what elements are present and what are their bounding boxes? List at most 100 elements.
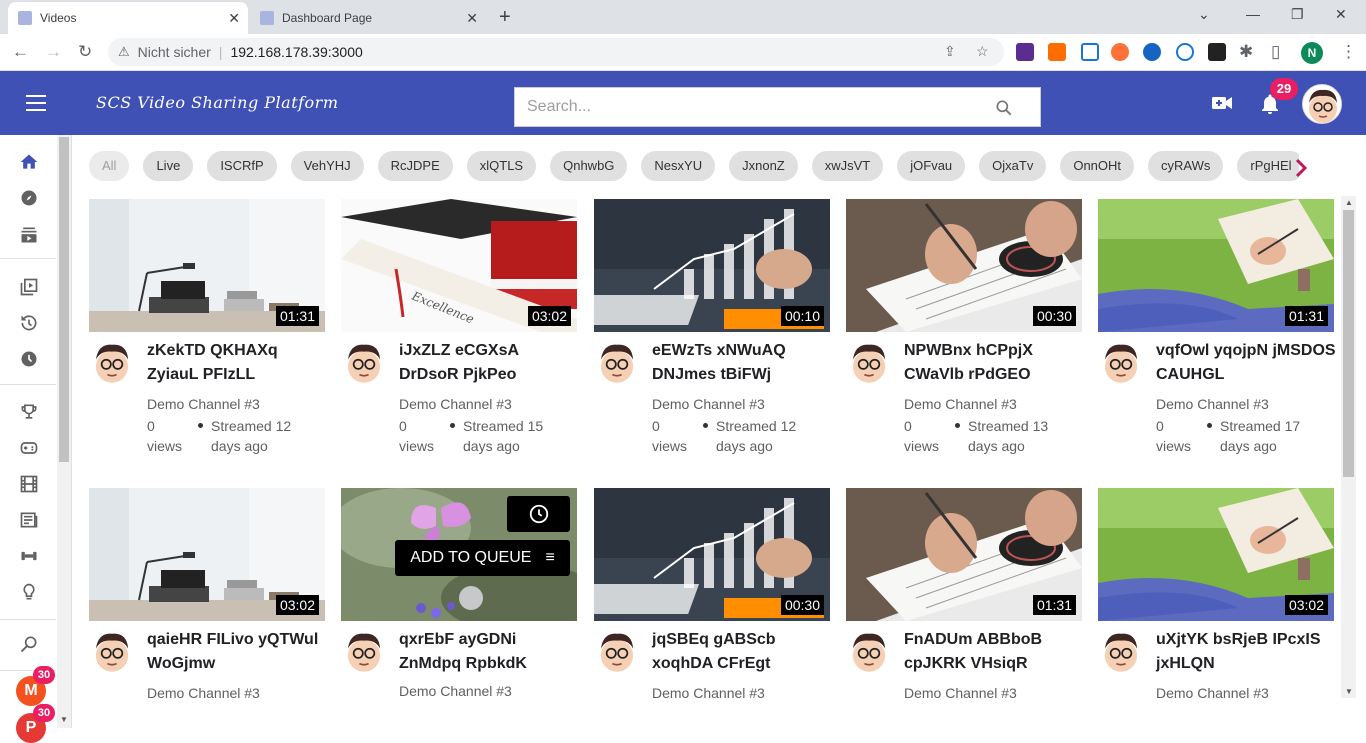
camera-extension-icon[interactable] bbox=[1081, 43, 1099, 61]
video-thumbnail[interactable]: 01:31 bbox=[1098, 199, 1334, 332]
video-thumbnail[interactable]: 03:02 bbox=[89, 488, 325, 621]
video-title[interactable]: iJxZLZ eCGXsA DrDsoR PjkPeo bbox=[399, 339, 579, 387]
channel-name[interactable]: Demo Channel #3 bbox=[904, 396, 1017, 412]
url-text[interactable]: 192.168.178.39:3000 bbox=[230, 44, 362, 60]
channel-avatar[interactable] bbox=[846, 628, 892, 674]
library-icon[interactable] bbox=[18, 276, 40, 298]
add-video-icon[interactable] bbox=[1210, 91, 1234, 120]
shield-10-extension-icon[interactable] bbox=[1016, 43, 1034, 61]
scroll-up-arrow-icon[interactable]: ▲ bbox=[1345, 198, 1353, 207]
puzzle-icon[interactable]: ✱ bbox=[1239, 42, 1253, 62]
chip-ojxatv[interactable]: OjxaTv bbox=[979, 151, 1047, 181]
hamburger-menu-icon[interactable] bbox=[26, 95, 46, 111]
channel-avatar[interactable] bbox=[846, 339, 892, 385]
home-icon[interactable] bbox=[18, 151, 40, 173]
channel-name[interactable]: Demo Channel #3 bbox=[399, 683, 512, 699]
video-card[interactable]: 01:31 FnADUm ABBboB cpJKRK VHsiqR Demo Cha… bbox=[846, 488, 1082, 701]
gaming-icon[interactable] bbox=[18, 437, 40, 459]
video-thumbnail[interactable]: 03:02 bbox=[1098, 488, 1334, 621]
chip-rpghel[interactable]: rPgHEl bbox=[1237, 151, 1299, 181]
video-title[interactable]: FnADUm ABBboB cpJKRK VHsiqR bbox=[904, 628, 1084, 676]
chip-onnoht[interactable]: OnnOHt bbox=[1060, 151, 1135, 181]
close-icon[interactable]: ✕ bbox=[466, 10, 478, 27]
video-thumbnail[interactable]: 01:31 bbox=[846, 488, 1082, 621]
chevron-right-icon[interactable] bbox=[1294, 156, 1310, 185]
search-icon[interactable] bbox=[994, 98, 1014, 123]
video-card[interactable]: 03:02 uXjtYK bsRjeB IPcxIS jxHLQN Demo Cha… bbox=[1098, 488, 1334, 701]
chip-cyraws[interactable]: cyRAWs bbox=[1148, 151, 1224, 181]
chip-all[interactable]: All bbox=[89, 151, 130, 181]
trophy-icon[interactable] bbox=[18, 401, 40, 423]
chip-qnhwbg[interactable]: QnhwbG bbox=[550, 151, 628, 181]
channel-avatar[interactable] bbox=[594, 628, 640, 674]
video-thumbnail[interactable]: 00:10 bbox=[594, 199, 830, 332]
video-thumbnail[interactable]: 01:31 bbox=[89, 199, 325, 332]
subscriptions-icon[interactable] bbox=[18, 224, 40, 246]
channel-name[interactable]: Demo Channel #3 bbox=[147, 396, 260, 412]
video-card[interactable]: 03:02 qaieHR FILivo yQTWul WoGjmw Demo Cha… bbox=[89, 488, 325, 701]
video-title[interactable]: zKekTD QKHAXq ZyiauL PFIzLL bbox=[147, 339, 327, 387]
sidebar-toggle-icon[interactable]: ▯ bbox=[1271, 42, 1280, 62]
channel-avatar[interactable] bbox=[1098, 628, 1144, 674]
channel-name[interactable]: Demo Channel #3 bbox=[399, 396, 512, 412]
channel-name[interactable]: Demo Channel #3 bbox=[904, 685, 1017, 701]
maximize-icon[interactable]: ❐ bbox=[1291, 6, 1304, 23]
minimize-icon[interactable]: — bbox=[1246, 6, 1260, 22]
warning-icon[interactable]: ⚠ bbox=[118, 44, 130, 60]
chip-xwjsvt[interactable]: xwJsVT bbox=[811, 151, 884, 181]
video-card[interactable]: 01:31 vqfOwl yqojpN jMSDOS CAUHGL Demo Cha… bbox=[1098, 199, 1336, 454]
video-title[interactable]: uXjtYK bsRjeB IPcxIS jxHLQN bbox=[1156, 628, 1336, 676]
channel-avatar[interactable] bbox=[89, 339, 135, 385]
video-title[interactable]: qxrEbF ayGDNi ZnMdpq RpbkdK bbox=[399, 628, 579, 676]
search-icon[interactable] bbox=[18, 633, 40, 655]
chip-iscrfp[interactable]: ISCRfP bbox=[207, 151, 277, 181]
back-arrow-icon[interactable]: ← bbox=[12, 42, 29, 62]
reload-icon[interactable]: ↻ bbox=[78, 42, 92, 62]
video-card[interactable]: ADD TO QUEUE ≡ qxrEbF ayGDNi ZnMdpq RpbkdK… bbox=[341, 488, 577, 699]
share-icon[interactable]: ⇪ bbox=[944, 43, 956, 60]
video-card[interactable]: 00:10 eEWzTs xNWuAQ DNJmes tBiFWj Demo Cha… bbox=[594, 199, 830, 454]
movies-icon[interactable] bbox=[18, 473, 40, 495]
security-label[interactable]: Nicht sicher bbox=[138, 44, 211, 60]
video-card[interactable]: 00:30 jqSBEq gABScb xoqhDA CFrEgt Demo Cha… bbox=[594, 488, 830, 701]
chip-rcjdpe[interactable]: RcJDPE bbox=[377, 151, 453, 181]
channel-name[interactable]: Demo Channel #3 bbox=[652, 396, 765, 412]
video-title[interactable]: NPWBnx hCPpjX CWaVlb rPdGEO bbox=[904, 339, 1084, 387]
channel-avatar[interactable] bbox=[341, 339, 387, 385]
close-window-icon[interactable]: ✕ bbox=[1335, 6, 1347, 23]
video-title[interactable]: qaieHR FILivo yQTWul WoGjmw bbox=[147, 628, 327, 676]
scrollbar-thumb[interactable] bbox=[1343, 210, 1354, 477]
sidebar-scrollbar[interactable]: ▼ bbox=[57, 135, 71, 728]
tab-dashboard[interactable]: Dashboard Page ✕ bbox=[250, 2, 486, 34]
video-title[interactable]: vqfOwl yqojpN jMSDOS CAUHGL bbox=[1156, 339, 1336, 387]
history-icon[interactable] bbox=[18, 312, 40, 334]
chip-vehyhj[interactable]: VehYHJ bbox=[290, 151, 364, 181]
channel-name[interactable]: Demo Channel #3 bbox=[1156, 685, 1269, 701]
chip-jxnonz[interactable]: JxnonZ bbox=[729, 151, 798, 181]
new-tab-icon[interactable]: + bbox=[499, 6, 511, 29]
channel-name[interactable]: Demo Channel #3 bbox=[652, 685, 765, 701]
sports-icon[interactable] bbox=[18, 545, 40, 567]
search-input[interactable] bbox=[527, 98, 977, 116]
main-scrollbar[interactable]: ▲ ▼ bbox=[1341, 196, 1356, 698]
channel-avatar[interactable] bbox=[594, 339, 640, 385]
channel-avatar[interactable] bbox=[341, 628, 387, 674]
omnibox[interactable]: ⚠ Nicht sicher | 192.168.178.39:3000 ⇪ ☆ bbox=[108, 38, 1004, 66]
scrollbar-thumb[interactable] bbox=[59, 137, 69, 462]
menu-dots-icon[interactable]: ⋮ bbox=[1340, 42, 1357, 62]
video-title[interactable]: eEWzTs xNWuAQ DNJmes tBiFWj bbox=[652, 339, 832, 387]
close-icon[interactable]: ✕ bbox=[228, 10, 240, 27]
tab-search-chevron-icon[interactable]: ⌄ bbox=[1198, 6, 1210, 23]
angular-extension-icon[interactable] bbox=[1208, 43, 1226, 61]
video-thumbnail[interactable]: 00:30 bbox=[846, 199, 1082, 332]
chip-live[interactable]: Live bbox=[143, 151, 194, 181]
video-thumbnail[interactable]: ADD TO QUEUE ≡ bbox=[341, 488, 577, 621]
channel-avatar[interactable] bbox=[1098, 339, 1144, 385]
news-icon[interactable] bbox=[18, 509, 40, 531]
video-title[interactable]: jqSBEq gABScb xoqhDA CFrEgt bbox=[652, 628, 832, 676]
video-thumbnail[interactable]: 00:30 bbox=[594, 488, 830, 621]
firefox-extension-icon[interactable] bbox=[1111, 43, 1129, 61]
forward-arrow-icon[interactable]: → bbox=[45, 42, 62, 62]
learning-icon[interactable] bbox=[18, 581, 40, 603]
off-extension-icon[interactable] bbox=[1048, 43, 1066, 61]
